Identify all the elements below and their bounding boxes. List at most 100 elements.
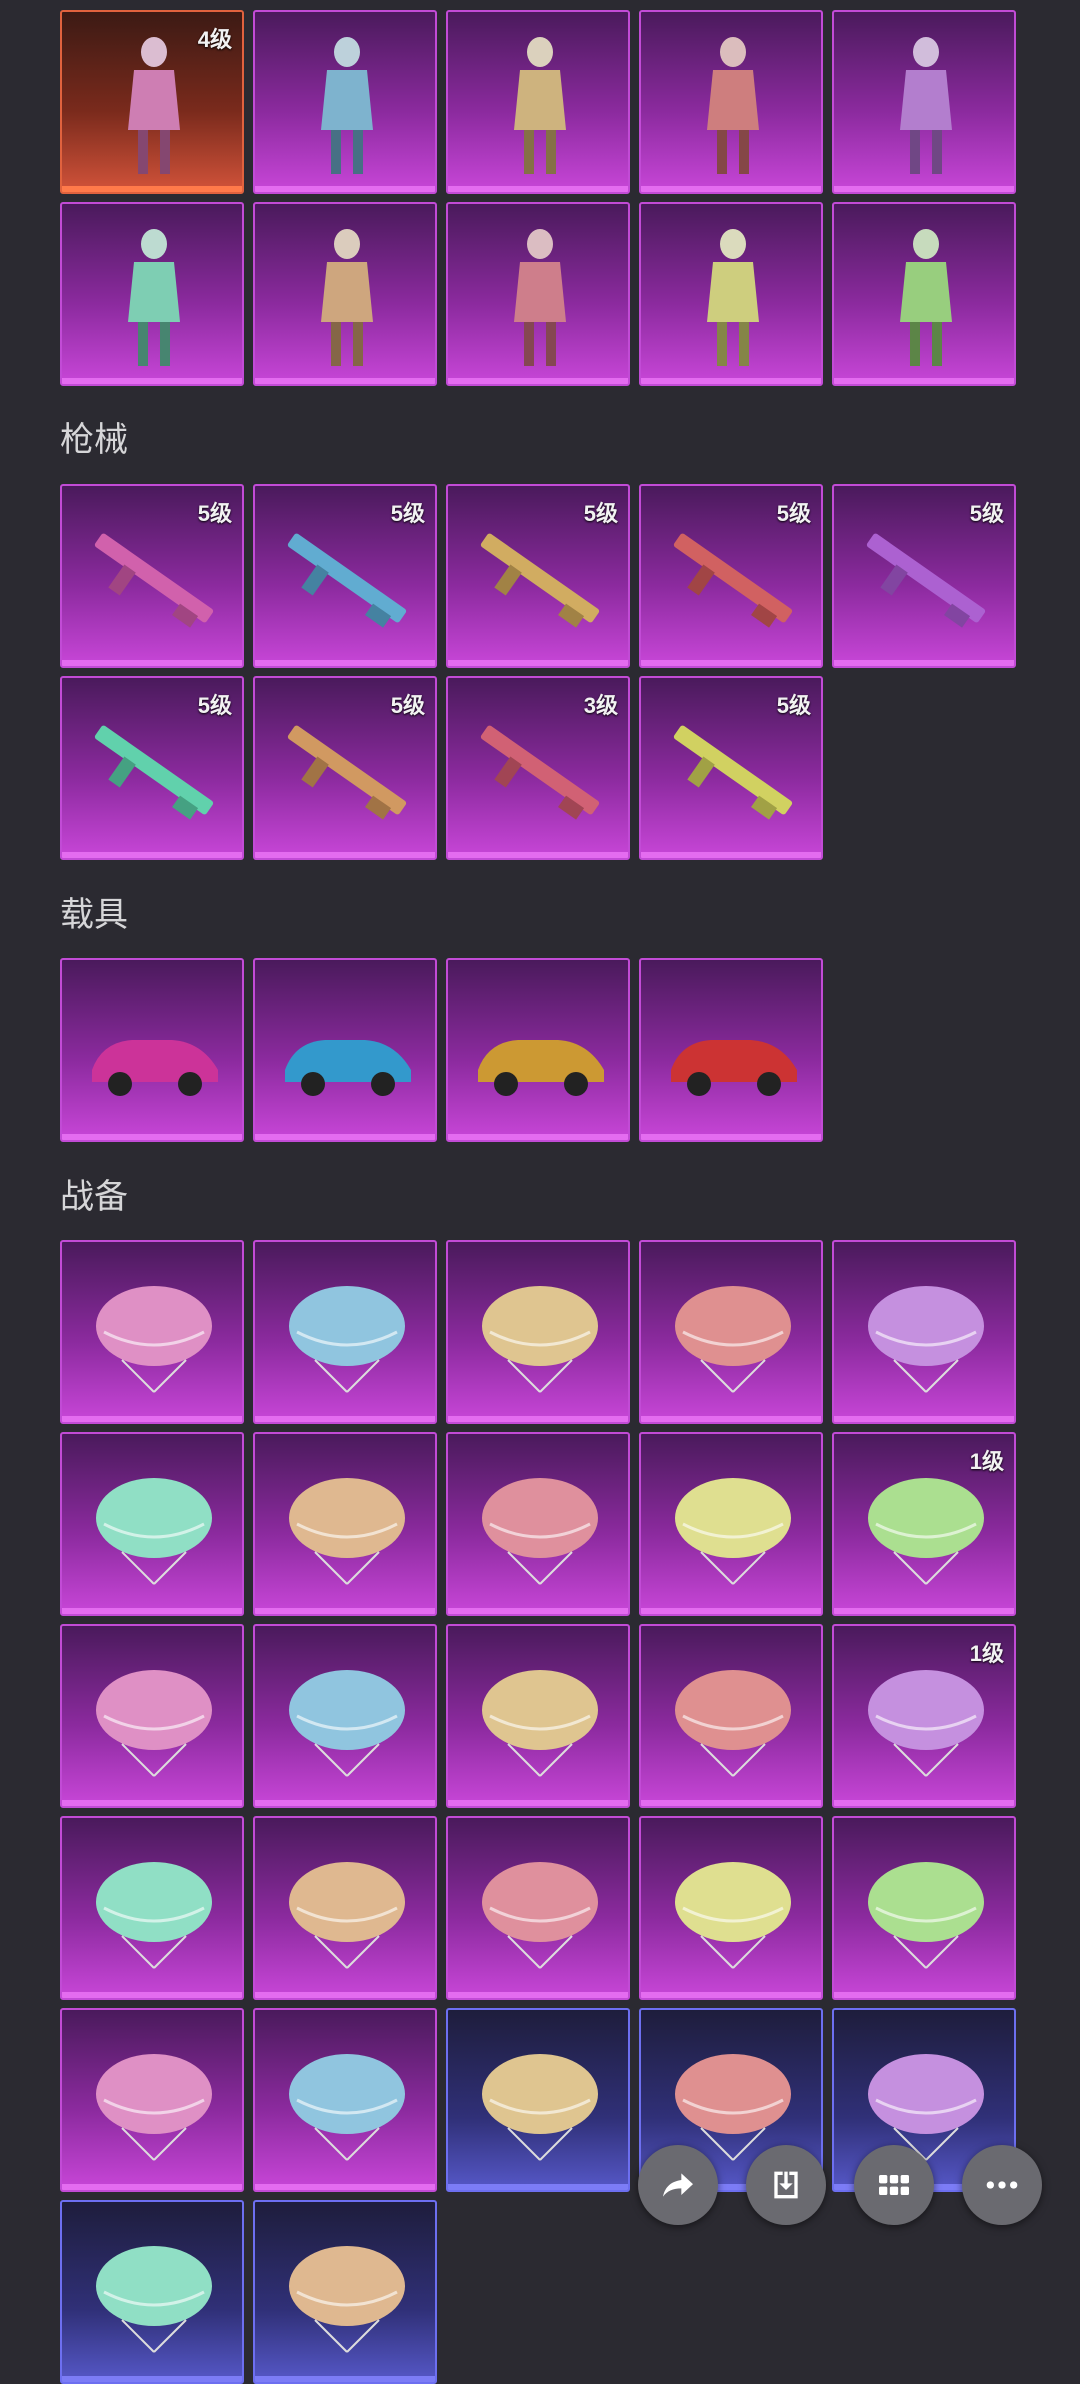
outfit-tile[interactable] [832,202,1016,386]
outfit-tile[interactable] [639,10,823,194]
level-badge: 5级 [969,501,1004,526]
level-badge: 5级 [197,693,232,718]
level-badge: 5级 [776,501,811,526]
gear-tile[interactable] [639,1816,823,2000]
level-badge: 5级 [390,693,425,718]
helmet-chick-companion-icon [289,2246,405,2353]
gear-tile[interactable]: 1级 [832,1624,1016,1808]
lemon-parachute-icon [868,1862,984,1969]
outfit-tile[interactable] [446,10,630,194]
outfit-tile[interactable] [832,10,1016,194]
outfit-tile[interactable] [446,202,630,386]
gun-tile[interactable]: 5级 [446,484,630,668]
vehicle-tile[interactable] [60,958,244,1142]
gear-tile[interactable] [446,1240,630,1424]
dark-suit-duo-icon [128,229,180,366]
pink-gown-character-icon [900,37,952,174]
yellow-chick-companion-icon [96,2246,212,2353]
red-sports-car-icon [92,1040,218,1096]
gear-tile[interactable] [253,1240,437,1424]
gun-tile[interactable]: 5级 [639,484,823,668]
vehicle-tile[interactable] [639,958,823,1142]
gear-tile[interactable] [60,1816,244,2000]
outfit-tile[interactable] [253,202,437,386]
gear-tile[interactable] [832,1816,1016,2000]
section-title-gear: 战备 [60,1178,128,1216]
gear-tile[interactable] [253,1816,437,2000]
purple-coupe-icon [671,1040,797,1096]
outfit-tile[interactable] [253,10,437,194]
white-hoodie-character-icon [707,229,759,366]
more-icon [986,2181,1018,2189]
golden-box-glider-icon [289,2054,405,2161]
gear-tile[interactable] [639,1240,823,1424]
gold-purple-glider-icon [675,1670,791,1777]
unicorn-mount-icon [285,1040,411,1096]
outfit-tile[interactable] [60,202,244,386]
golden-glider-icon [482,1478,598,1585]
section-title-guns: 枪械 [60,421,128,459]
section-title-vehicles: 载具 [60,896,128,934]
grid-view-button[interactable] [854,2145,934,2225]
level-badge: 1级 [969,1449,1004,1474]
gear-tile[interactable] [446,1624,630,1808]
outfit-grid: 4级 [60,10,1016,386]
level-badge: 5级 [197,501,232,526]
share-icon [663,2173,693,2197]
gun-tile[interactable]: 5级 [639,676,823,860]
black-cat-parachute-icon [675,1862,791,1969]
vehicle-grid [60,958,1016,1142]
share-button[interactable] [638,2145,718,2225]
spiky-glider-icon [868,1286,984,1393]
gun-tile[interactable]: 5级 [832,484,1016,668]
zebra-glider-icon [96,2054,212,2161]
crystal-parachute-icon [96,1286,212,1393]
gear-tile[interactable] [446,2008,630,2192]
gear-tile[interactable] [60,1432,244,1616]
vehicle-tile[interactable] [446,958,630,1142]
gun-grid: 5级 5级 5级 5级 5级 5级 5级 3级 5级 [60,484,1016,860]
vehicle-tile[interactable] [253,958,437,1142]
white-dress-character-icon [514,37,566,174]
bunny-parachute-icon [289,1862,405,1969]
red-kimono-character-icon [514,229,566,366]
gear-tile[interactable] [639,1432,823,1616]
gear-tile[interactable] [253,1624,437,1808]
outfit-tile[interactable]: 4级 [60,10,244,194]
gear-tile[interactable] [253,2008,437,2192]
gun-tile[interactable]: 5级 [253,676,437,860]
blue-round-parachute-icon [482,1286,598,1393]
gear-tile[interactable]: 1级 [832,1432,1016,1616]
level-badge: 5级 [583,501,618,526]
gun-tile[interactable]: 5级 [253,484,437,668]
gear-tile[interactable] [446,1816,630,2000]
gear-tile[interactable] [639,1624,823,1808]
gear-tile[interactable] [60,2200,244,2384]
gear-tile[interactable] [253,1432,437,1616]
gear-tile[interactable] [832,1240,1016,1424]
grid-view-icon [879,2175,909,2195]
level-badge: 1级 [969,1641,1004,1666]
white-glider-icon [289,1670,405,1777]
gun-tile[interactable]: 5级 [60,484,244,668]
download-icon [774,2171,798,2199]
gun-tile[interactable]: 3级 [446,676,630,860]
gear-tile[interactable] [446,1432,630,1616]
more-button[interactable] [962,2145,1042,2225]
outfit-tile[interactable] [639,202,823,386]
yellow-dress-character-icon [321,229,373,366]
gear-tile[interactable] [60,1624,244,1808]
green-costume-set-icon [900,229,952,366]
level-badge: 5级 [776,693,811,718]
download-button[interactable] [746,2145,826,2225]
gun-tile[interactable]: 5级 [60,676,244,860]
gear-tile[interactable] [253,2200,437,2384]
ribbon-parachute-icon [482,1670,598,1777]
gear-tile[interactable] [60,1240,244,1424]
dark-feather-parachute-icon [96,1670,212,1777]
level-badge: 4级 [197,27,232,52]
gear-tile[interactable] [60,2008,244,2192]
cat-parachute-icon [675,1286,791,1393]
striped-parachute-icon [96,1862,212,1969]
floral-parachute-icon [675,1478,791,1585]
